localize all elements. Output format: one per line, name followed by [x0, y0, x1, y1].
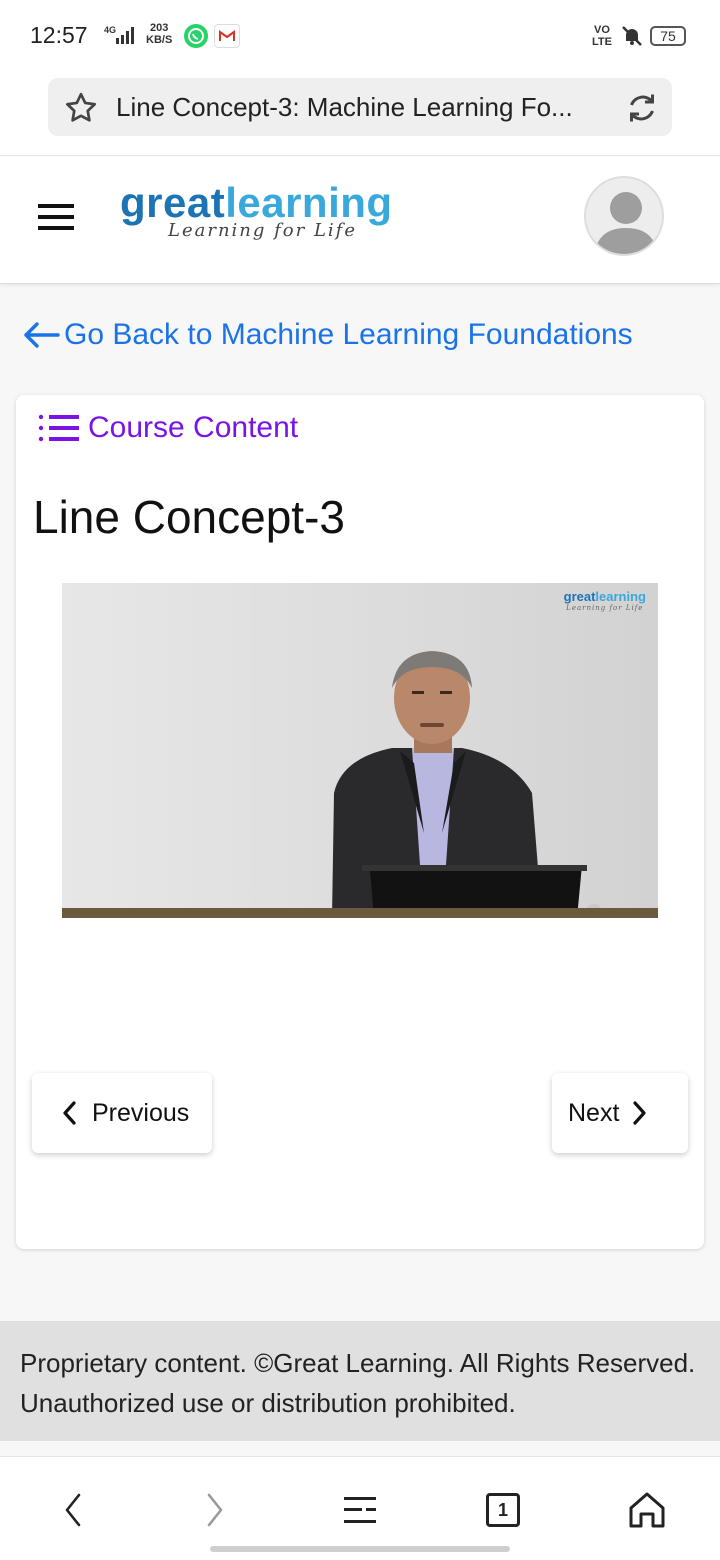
reload-icon[interactable]: [624, 90, 660, 131]
presenter-image: [332, 651, 603, 918]
avatar[interactable]: [584, 176, 664, 256]
status-bar: 12:57 4G 203 KB/S VO LTE 75: [0, 0, 720, 70]
gmail-icon: [214, 24, 240, 48]
browser-bottom-nav: 1: [0, 1456, 720, 1560]
lesson-title: Line Concept-3: [33, 491, 345, 543]
course-content-toggle[interactable]: Course Content: [38, 411, 298, 445]
page-title: Line Concept-3: Machine Learning Fo...: [116, 92, 573, 122]
list-icon: [38, 414, 79, 442]
home-icon[interactable]: [622, 1485, 672, 1535]
course-content-label: Course Content: [88, 411, 299, 444]
bookmark-star-icon[interactable]: [62, 90, 100, 131]
back-arrow-icon[interactable]: [48, 1485, 98, 1535]
chevron-left-icon: [63, 1101, 76, 1125]
svg-text:4G: 4G: [104, 25, 116, 35]
back-link-label: Go Back to Machine Learning Foundations: [64, 318, 633, 351]
tabs-button[interactable]: 1: [478, 1485, 528, 1535]
next-label: Next: [568, 1098, 620, 1127]
bell-muted-icon: [620, 24, 644, 53]
menu-icon[interactable]: [38, 204, 74, 230]
desk-edge: [62, 908, 658, 918]
network-speed: 203 KB/S: [146, 22, 173, 46]
site-header: greatlearning Learning for Life: [0, 156, 720, 284]
chevron-right-icon: [633, 1101, 647, 1125]
address-bar[interactable]: Line Concept-3: Machine Learning Fo...: [48, 78, 672, 136]
previous-label: Previous: [92, 1098, 190, 1127]
next-button[interactable]: Next: [552, 1073, 688, 1153]
copyright-footer: Proprietary content. ©Great Learning. Al…: [0, 1321, 720, 1441]
signal-icon: 4G: [100, 24, 140, 51]
battery-indicator: 75: [650, 26, 686, 46]
tab-count: 1: [486, 1493, 520, 1527]
volte-indicator: VO LTE: [592, 24, 612, 48]
video-player[interactable]: greatlearning Learning for Life: [62, 583, 658, 918]
gesture-bar: [210, 1546, 510, 1552]
arrow-left-icon: [24, 322, 60, 348]
browser-toolbar: Line Concept-3: Machine Learning Fo...: [0, 70, 720, 156]
lesson-card: Course Content Line Concept-3 greatlearn…: [16, 395, 704, 1249]
whatsapp-icon: [184, 24, 208, 48]
browser-menu-icon[interactable]: [335, 1485, 385, 1535]
previous-button[interactable]: Previous: [32, 1073, 212, 1153]
forward-arrow-icon[interactable]: [190, 1485, 240, 1535]
greatlearning-logo[interactable]: greatlearning Learning for Life: [120, 180, 393, 242]
back-to-course-link[interactable]: Go Back to Machine Learning Foundations: [22, 318, 633, 352]
status-time: 12:57: [30, 22, 88, 48]
